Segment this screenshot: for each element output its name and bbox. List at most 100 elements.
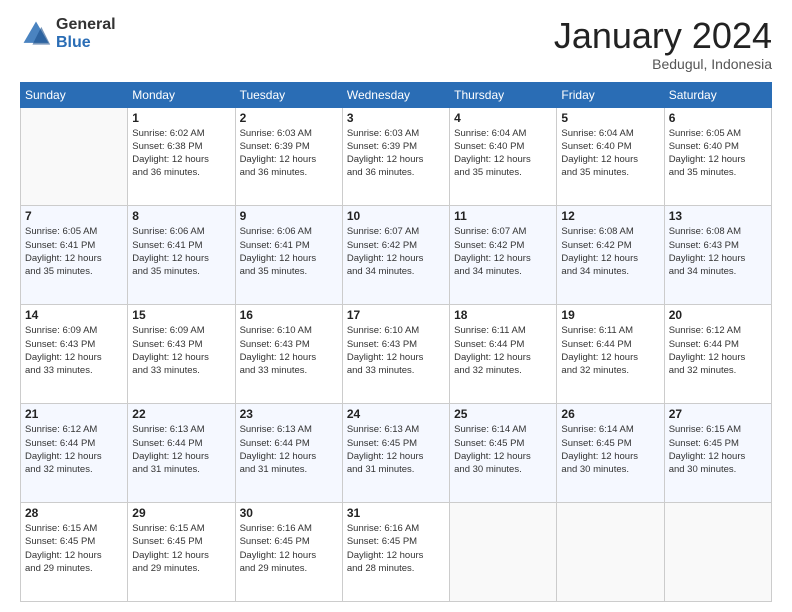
table-row: 4 Sunrise: 6:04 AM Sunset: 6:40 PM Daylig…	[450, 107, 557, 206]
day-number: 7	[25, 209, 123, 223]
calendar-week-row: 14 Sunrise: 6:09 AM Sunset: 6:43 PM Dayli…	[21, 305, 772, 404]
table-row: 5Sunrise: 6:04 AM Sunset: 6:40 PM Daylig…	[557, 107, 664, 206]
cell-content: Sunrise: 6:10 AM Sunset: 6:43 PM Dayligh…	[240, 324, 338, 377]
cell-content: Sunrise: 6:11 AM Sunset: 6:44 PM Dayligh…	[454, 324, 552, 377]
table-row: 26Sunrise: 6:14 AM Sunset: 6:45 PM Dayli…	[557, 404, 664, 503]
day-number: 20	[669, 308, 767, 322]
table-row: 28 Sunrise: 6:15 AM Sunset: 6:45 PM Dayli…	[21, 503, 128, 602]
cell-content: Sunrise: 6:05 AM Sunset: 6:40 PM Dayligh…	[669, 127, 767, 180]
col-wednesday: Wednesday	[342, 82, 449, 107]
cell-content: Sunrise: 6:07 AM Sunset: 6:42 PM Dayligh…	[347, 225, 445, 278]
day-number: 14	[25, 308, 123, 322]
col-friday: Friday	[557, 82, 664, 107]
calendar-week-row: 21Sunrise: 6:12 AM Sunset: 6:44 PM Dayli…	[21, 404, 772, 503]
table-row: 30 Sunrise: 6:16 AM Sunset: 6:45 PM Dayli…	[235, 503, 342, 602]
table-row: 17Sunrise: 6:10 AM Sunset: 6:43 PM Dayli…	[342, 305, 449, 404]
cell-content: Sunrise: 6:14 AM Sunset: 6:45 PM Dayligh…	[454, 423, 552, 476]
table-row: 8Sunrise: 6:06 AM Sunset: 6:41 PM Daylig…	[128, 206, 235, 305]
calendar-week-row: 28 Sunrise: 6:15 AM Sunset: 6:45 PM Dayli…	[21, 503, 772, 602]
cell-content: Sunrise: 6:03 AM Sunset: 6:39 PM Dayligh…	[347, 127, 445, 180]
table-row: 31Sunrise: 6:16 AM Sunset: 6:45 PM Dayli…	[342, 503, 449, 602]
day-number: 2	[240, 111, 338, 125]
day-number: 16	[240, 308, 338, 322]
table-row: 19Sunrise: 6:11 AM Sunset: 6:44 PM Dayli…	[557, 305, 664, 404]
table-row: 3Sunrise: 6:03 AM Sunset: 6:39 PM Daylig…	[342, 107, 449, 206]
cell-content: Sunrise: 6:04 AM Sunset: 6:40 PM Dayligh…	[454, 127, 552, 180]
cell-content: Sunrise: 6:06 AM Sunset: 6:41 PM Dayligh…	[240, 225, 338, 278]
cell-content: Sunrise: 6:03 AM Sunset: 6:39 PM Dayligh…	[240, 127, 338, 180]
logo-text: General Blue	[56, 16, 116, 51]
cell-content: Sunrise: 6:07 AM Sunset: 6:42 PM Dayligh…	[454, 225, 552, 278]
day-number: 21	[25, 407, 123, 421]
table-row: 11 Sunrise: 6:07 AM Sunset: 6:42 PM Dayli…	[450, 206, 557, 305]
table-row: 27 Sunrise: 6:15 AM Sunset: 6:45 PM Dayli…	[664, 404, 771, 503]
day-number: 8	[132, 209, 230, 223]
cell-content: Sunrise: 6:16 AM Sunset: 6:45 PM Dayligh…	[240, 522, 338, 575]
cell-content: Sunrise: 6:16 AM Sunset: 6:45 PM Dayligh…	[347, 522, 445, 575]
day-number: 5	[561, 111, 659, 125]
day-number: 13	[669, 209, 767, 223]
col-tuesday: Tuesday	[235, 82, 342, 107]
day-number: 28	[25, 506, 123, 520]
table-row: 14Sunrise: 6:09 AM Sunset: 6:43 PM Dayli…	[21, 305, 128, 404]
cell-content: Sunrise: 6:15 AM Sunset: 6:45 PM Dayligh…	[669, 423, 767, 476]
table-row	[21, 107, 128, 206]
cell-content: Sunrise: 6:13 AM Sunset: 6:44 PM Dayligh…	[240, 423, 338, 476]
table-row: 12Sunrise: 6:08 AM Sunset: 6:42 PM Dayli…	[557, 206, 664, 305]
table-row	[664, 503, 771, 602]
col-sunday: Sunday	[21, 82, 128, 107]
calendar-week-row: 7 Sunrise: 6:05 AM Sunset: 6:41 PM Daylig…	[21, 206, 772, 305]
table-row: 6 Sunrise: 6:05 AM Sunset: 6:40 PM Daylig…	[664, 107, 771, 206]
table-row: 25 Sunrise: 6:14 AM Sunset: 6:45 PM Dayli…	[450, 404, 557, 503]
day-number: 22	[132, 407, 230, 421]
cell-content: Sunrise: 6:02 AM Sunset: 6:38 PM Dayligh…	[132, 127, 230, 180]
cell-content: Sunrise: 6:11 AM Sunset: 6:44 PM Dayligh…	[561, 324, 659, 377]
table-row	[557, 503, 664, 602]
table-row: 9 Sunrise: 6:06 AM Sunset: 6:41 PM Daylig…	[235, 206, 342, 305]
day-number: 15	[132, 308, 230, 322]
cell-content: Sunrise: 6:13 AM Sunset: 6:45 PM Dayligh…	[347, 423, 445, 476]
table-row: 23 Sunrise: 6:13 AM Sunset: 6:44 PM Dayli…	[235, 404, 342, 503]
title-block: January 2024 Bedugul, Indonesia	[554, 16, 772, 72]
cell-content: Sunrise: 6:15 AM Sunset: 6:45 PM Dayligh…	[25, 522, 123, 575]
day-number: 18	[454, 308, 552, 322]
calendar-table: Sunday Monday Tuesday Wednesday Thursday…	[20, 82, 772, 602]
calendar-header-row: Sunday Monday Tuesday Wednesday Thursday…	[21, 82, 772, 107]
table-row: 15 Sunrise: 6:09 AM Sunset: 6:43 PM Dayli…	[128, 305, 235, 404]
day-number: 11	[454, 209, 552, 223]
col-saturday: Saturday	[664, 82, 771, 107]
logo-icon	[20, 18, 52, 50]
day-number: 25	[454, 407, 552, 421]
cell-content: Sunrise: 6:13 AM Sunset: 6:44 PM Dayligh…	[132, 423, 230, 476]
day-number: 1	[132, 111, 230, 125]
table-row: 24Sunrise: 6:13 AM Sunset: 6:45 PM Dayli…	[342, 404, 449, 503]
cell-content: Sunrise: 6:15 AM Sunset: 6:45 PM Dayligh…	[132, 522, 230, 575]
cell-content: Sunrise: 6:12 AM Sunset: 6:44 PM Dayligh…	[669, 324, 767, 377]
cell-content: Sunrise: 6:08 AM Sunset: 6:42 PM Dayligh…	[561, 225, 659, 278]
table-row	[450, 503, 557, 602]
table-row: 16 Sunrise: 6:10 AM Sunset: 6:43 PM Dayli…	[235, 305, 342, 404]
day-number: 6	[669, 111, 767, 125]
day-number: 26	[561, 407, 659, 421]
table-row: 21Sunrise: 6:12 AM Sunset: 6:44 PM Dayli…	[21, 404, 128, 503]
day-number: 4	[454, 111, 552, 125]
day-number: 17	[347, 308, 445, 322]
col-thursday: Thursday	[450, 82, 557, 107]
cell-content: Sunrise: 6:09 AM Sunset: 6:43 PM Dayligh…	[132, 324, 230, 377]
day-number: 9	[240, 209, 338, 223]
table-row: 1 Sunrise: 6:02 AM Sunset: 6:38 PM Daylig…	[128, 107, 235, 206]
table-row: 20 Sunrise: 6:12 AM Sunset: 6:44 PM Dayli…	[664, 305, 771, 404]
logo: General Blue	[20, 16, 116, 51]
location: Bedugul, Indonesia	[554, 56, 772, 72]
table-row: 18 Sunrise: 6:11 AM Sunset: 6:44 PM Dayli…	[450, 305, 557, 404]
table-row: 29 Sunrise: 6:15 AM Sunset: 6:45 PM Dayli…	[128, 503, 235, 602]
cell-content: Sunrise: 6:05 AM Sunset: 6:41 PM Dayligh…	[25, 225, 123, 278]
table-row: 22 Sunrise: 6:13 AM Sunset: 6:44 PM Dayli…	[128, 404, 235, 503]
day-number: 29	[132, 506, 230, 520]
day-number: 23	[240, 407, 338, 421]
page: General Blue January 2024 Bedugul, Indon…	[0, 0, 792, 612]
day-number: 27	[669, 407, 767, 421]
table-row: 10Sunrise: 6:07 AM Sunset: 6:42 PM Dayli…	[342, 206, 449, 305]
month-year: January 2024	[554, 16, 772, 56]
day-number: 30	[240, 506, 338, 520]
